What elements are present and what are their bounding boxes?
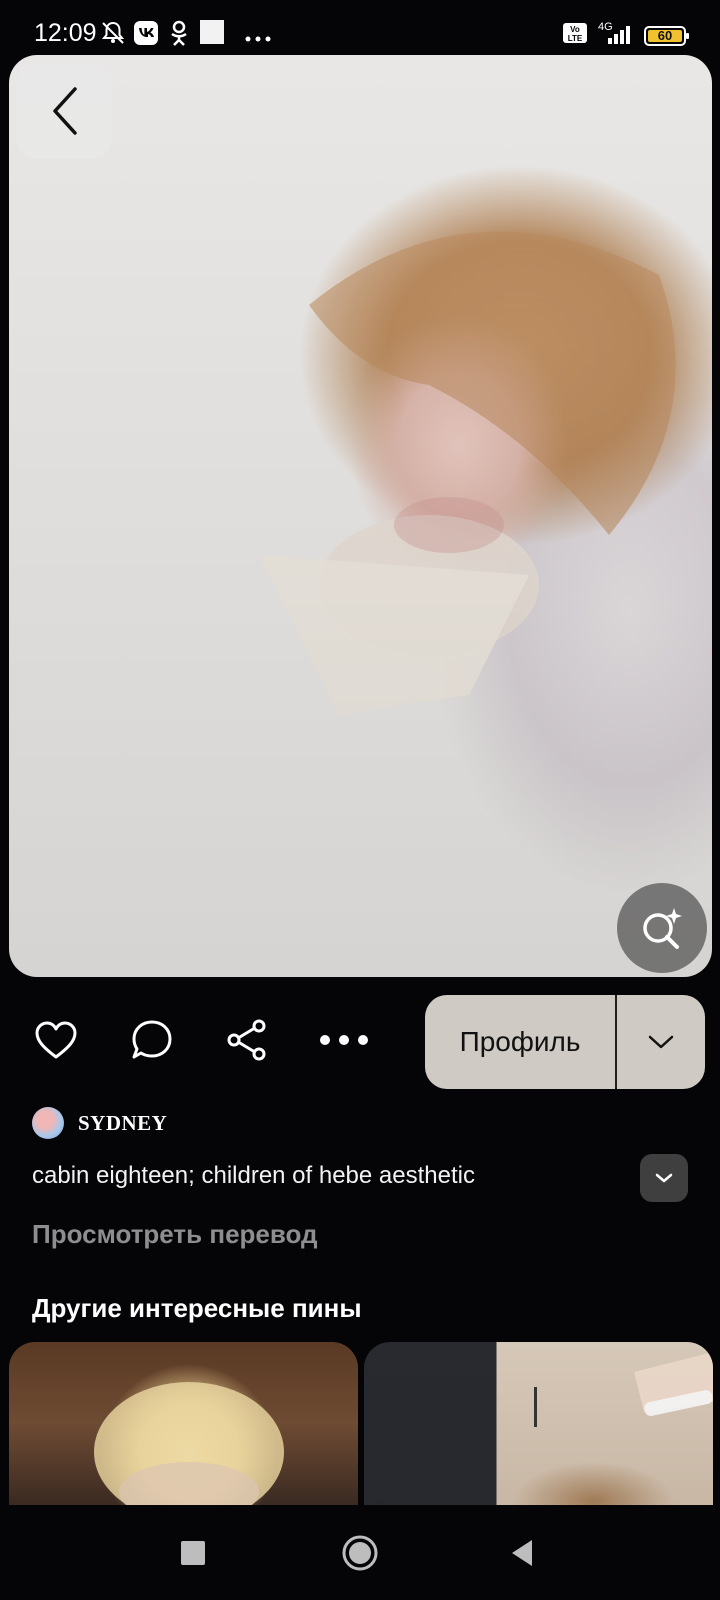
- comment-button[interactable]: [127, 1015, 177, 1065]
- related-pin-1-photo: [94, 1382, 284, 1505]
- lens-sparkle-icon: [643, 908, 682, 949]
- description-expand-button[interactable]: [640, 1154, 688, 1202]
- chevron-left-icon: [53, 87, 77, 135]
- svg-text:LTE: LTE: [568, 34, 583, 43]
- share-button[interactable]: [222, 1015, 272, 1065]
- pin-image[interactable]: [9, 55, 712, 977]
- battery-icon: 60: [644, 25, 690, 47]
- chevron-down-icon: [648, 1035, 674, 1049]
- triangle-back-icon: [512, 1540, 532, 1566]
- profile-dropdown-button[interactable]: [617, 995, 705, 1089]
- visual-search-button[interactable]: [617, 883, 707, 973]
- related-pin-2-photo: [534, 1352, 713, 1427]
- related-pin-1[interactable]: [9, 1342, 358, 1505]
- battery-level: 60: [657, 27, 673, 43]
- network-type: 4G: [598, 21, 613, 33]
- more-button[interactable]: [319, 1015, 369, 1065]
- related-pin-2[interactable]: [364, 1342, 713, 1505]
- odnoklassniki-icon: [168, 20, 190, 51]
- system-nav-bar: [0, 1505, 720, 1600]
- author-name[interactable]: SYDNEY: [78, 1111, 167, 1136]
- signal-icon: 4G: [596, 20, 636, 51]
- status-bar: 12:09 Vo LTE 4G 60: [0, 0, 720, 62]
- status-right: Vo LTE 4G 60: [562, 20, 690, 51]
- recent-apps-button[interactable]: [171, 1531, 215, 1575]
- back-button[interactable]: [16, 63, 112, 159]
- share-icon: [227, 1019, 266, 1061]
- back-nav-button[interactable]: [500, 1531, 544, 1575]
- more-pins-title: Другие интересные пины: [32, 1293, 362, 1323]
- home-circle-icon: [342, 1535, 378, 1571]
- bell-muted-icon: [100, 20, 126, 51]
- more-dots-icon: [244, 30, 272, 48]
- view-translation-link[interactable]: Просмотреть перевод: [32, 1219, 318, 1250]
- home-button[interactable]: [338, 1531, 382, 1575]
- comment-icon: [132, 1020, 172, 1059]
- heart-icon: [35, 1021, 77, 1059]
- like-button[interactable]: [31, 1015, 81, 1065]
- more-icon: [320, 1035, 368, 1045]
- notification-square-icon: [200, 20, 224, 49]
- svg-text:Vo: Vo: [570, 25, 580, 34]
- avatar[interactable]: [32, 1107, 64, 1139]
- profile-button[interactable]: Профиль: [425, 995, 615, 1089]
- square-icon: [181, 1541, 205, 1565]
- author-row[interactable]: SYDNEY: [32, 1105, 167, 1141]
- pin-image-overlay: [9, 55, 712, 977]
- vk-icon: [133, 20, 159, 51]
- volte-icon: Vo LTE: [562, 22, 588, 49]
- status-time: 12:09: [34, 19, 97, 47]
- pin-description: cabin eighteen; children of hebe aesthet…: [32, 1162, 475, 1189]
- chevron-down-icon: [655, 1173, 673, 1183]
